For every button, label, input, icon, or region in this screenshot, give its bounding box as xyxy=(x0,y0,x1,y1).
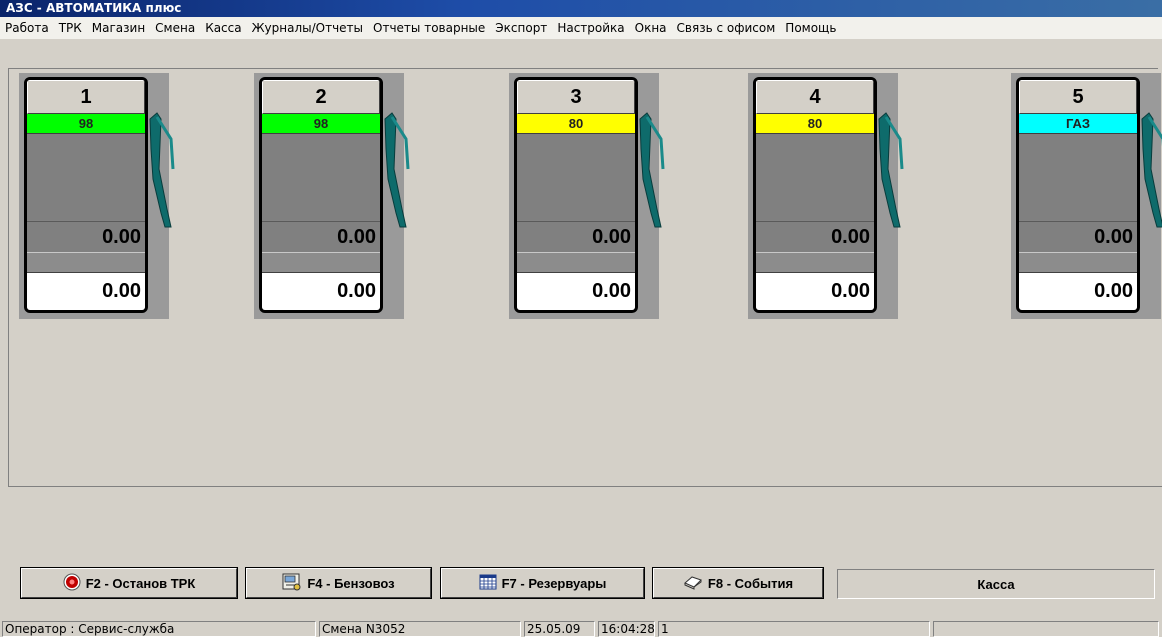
menu-goods-reports[interactable]: Отчеты товарные xyxy=(368,17,490,39)
pump-number[interactable]: 4 xyxy=(756,80,874,114)
menu-rabota[interactable]: Работа xyxy=(0,17,54,39)
fuel-nozzle-icon xyxy=(639,112,665,228)
menu-office-link[interactable]: Связь с офисом xyxy=(672,17,781,39)
pump-volume: 0.00 xyxy=(756,221,874,253)
window-title: АЗС - АВТОМАТИКА плюс xyxy=(0,0,1162,17)
status-shift: Смена N3052 xyxy=(319,621,521,637)
pump-3[interactable]: 3 80 0.00 0.00 xyxy=(509,73,679,319)
pump-1[interactable]: 1 98 0.00 0.00 xyxy=(19,73,189,319)
pump-fuel-grade: ГАЗ xyxy=(1019,114,1137,134)
pump-volume: 0.00 xyxy=(1019,221,1137,253)
events-button[interactable]: F8 - События xyxy=(652,567,824,599)
menu-windows[interactable]: Окна xyxy=(630,17,672,39)
status-operator: Оператор : Сервис-служба xyxy=(2,621,316,637)
pump-5[interactable]: 5 ГАЗ 0.00 0.00 xyxy=(1011,73,1162,319)
menu-smena[interactable]: Смена xyxy=(150,17,200,39)
menu-help[interactable]: Помощь xyxy=(780,17,841,39)
stop-trk-button[interactable]: F2 - Останов ТРК xyxy=(20,567,238,599)
pump-number[interactable]: 5 xyxy=(1019,80,1137,114)
pump-amount: 0.00 xyxy=(1019,273,1137,310)
pump-fuel-grade: 80 xyxy=(756,114,874,134)
tanks-label: F7 - Резервуары xyxy=(501,575,607,591)
fuel-nozzle-icon xyxy=(878,112,904,228)
message-panel xyxy=(8,486,1162,556)
stop-trk-label: F2 - Останов ТРК xyxy=(85,575,196,591)
pump-amount: 0.00 xyxy=(27,273,145,310)
menu-export[interactable]: Экспорт xyxy=(490,17,552,39)
pump-fuel-grade: 98 xyxy=(262,114,380,134)
book-icon xyxy=(683,574,703,593)
pump-volume: 0.00 xyxy=(27,221,145,253)
pump-volume: 0.00 xyxy=(262,221,380,253)
menu-kassa[interactable]: Касса xyxy=(200,17,246,39)
pump-amount: 0.00 xyxy=(262,273,380,310)
pump-number[interactable]: 3 xyxy=(517,80,635,114)
pump-amount: 0.00 xyxy=(517,273,635,310)
menu-trk[interactable]: ТРК xyxy=(54,17,87,39)
events-label: F8 - События xyxy=(707,575,794,591)
status-time: 16:04:28 xyxy=(598,621,655,637)
menu-settings[interactable]: Настройка xyxy=(552,17,629,39)
fuel-nozzle-icon xyxy=(384,112,410,228)
pump-4[interactable]: 4 80 0.00 0.00 xyxy=(748,73,918,319)
menu-bar: Работа ТРК Магазин Смена Касса Журналы/О… xyxy=(0,17,1162,39)
pump-fuel-grade: 98 xyxy=(27,114,145,134)
status-number: 1 xyxy=(658,621,930,637)
status-date: 25.05.09 xyxy=(524,621,595,637)
kassa-button[interactable]: Касса xyxy=(837,569,1155,599)
pump-number[interactable]: 2 xyxy=(262,80,380,114)
tanks-button[interactable]: F7 - Резервуары xyxy=(440,567,645,599)
tanker-truck-icon xyxy=(282,573,302,594)
fuel-truck-label: F4 - Бензовоз xyxy=(307,575,395,591)
fuel-nozzle-icon xyxy=(149,112,175,228)
pump-amount: 0.00 xyxy=(756,273,874,310)
menu-magazin[interactable]: Магазин xyxy=(87,17,150,39)
calendar-grid-icon xyxy=(479,574,497,593)
pump-fuel-grade: 80 xyxy=(517,114,635,134)
pump-volume: 0.00 xyxy=(517,221,635,253)
fuel-nozzle-icon xyxy=(1141,112,1162,228)
stop-record-icon xyxy=(63,573,81,594)
fuel-truck-button[interactable]: F4 - Бензовоз xyxy=(245,567,432,599)
pump-number[interactable]: 1 xyxy=(27,80,145,114)
status-bar: Оператор : Сервис-служба Смена N3052 25.… xyxy=(0,619,1162,637)
menu-journals-reports[interactable]: Журналы/Отчеты xyxy=(247,17,368,39)
pump-2[interactable]: 2 98 0.00 0.00 xyxy=(254,73,424,319)
status-extra xyxy=(933,621,1159,637)
